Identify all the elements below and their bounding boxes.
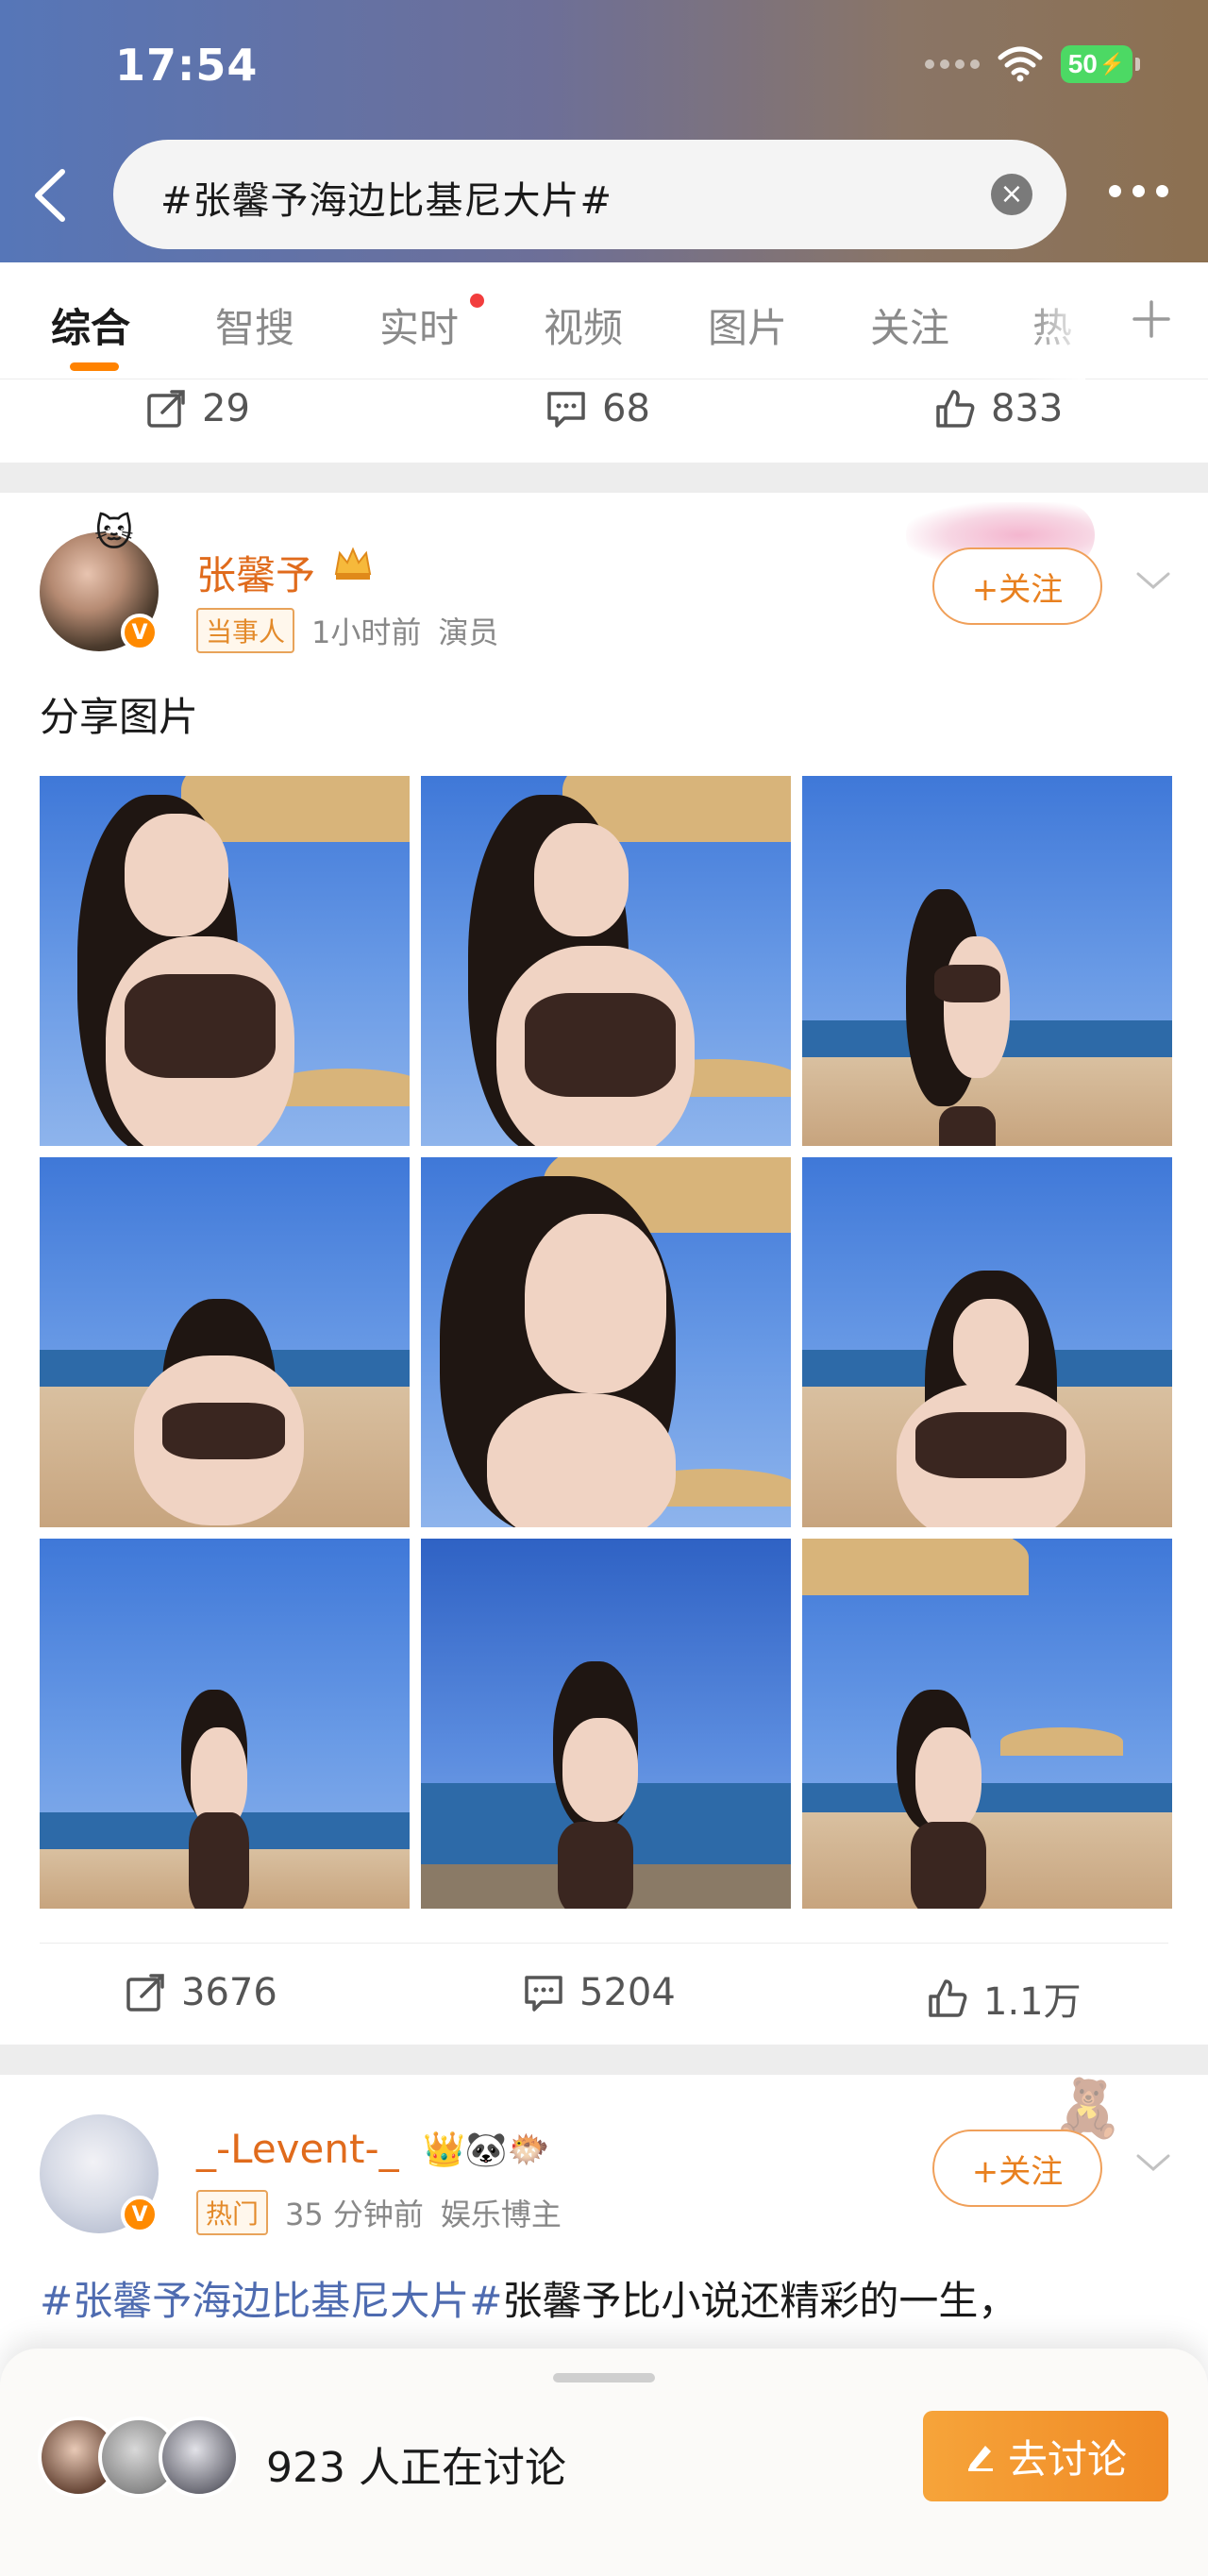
tab-video[interactable]: 视频 — [544, 296, 623, 354]
tab-images[interactable]: 图片 — [708, 296, 787, 354]
divider — [40, 1943, 1168, 1944]
repost-count: 29 — [202, 387, 250, 430]
verified-badge-icon: V — [121, 614, 159, 651]
battery-level: 50 — [1067, 49, 1098, 78]
like-button[interactable]: 1.1万 — [927, 1971, 1082, 2026]
comment-button[interactable]: 68 — [545, 387, 650, 430]
fish-icon: 🐡 — [507, 2130, 550, 2169]
tab-comprehensive[interactable]: 综合 — [51, 296, 130, 354]
hashtag-link[interactable]: #张馨予海边比基尼大片# — [40, 2278, 502, 2324]
tab-following[interactable]: 关注 — [870, 296, 949, 354]
repost-count: 3676 — [181, 1971, 277, 2014]
panda-icon: 🐼 — [464, 2130, 508, 2169]
post-text: 分享图片 — [40, 694, 199, 740]
repost-button[interactable]: 29 — [145, 387, 250, 430]
signal-icon — [925, 59, 980, 69]
discuss-button-label: 去讨论 — [1007, 2435, 1127, 2483]
clear-search-icon[interactable]: × — [991, 174, 1032, 215]
active-tab-indicator — [70, 362, 119, 371]
photo-thumbnail[interactable] — [421, 776, 791, 1146]
comment-count: 68 — [602, 387, 650, 430]
comment-button[interactable]: 5204 — [523, 1971, 676, 2014]
avatar — [159, 2416, 240, 2498]
follow-button[interactable]: +关注 — [932, 2130, 1102, 2207]
post-time: 1小时前 — [311, 615, 422, 650]
comment-icon — [547, 392, 585, 428]
like-button[interactable]: 833 — [934, 387, 1063, 430]
post-card: 🐱 V 张馨予 当事人 1小时前 演员 +关注 分享图片 3676 5204 1… — [0, 493, 1208, 2045]
post-time: 35 分钟前 — [285, 2197, 424, 2232]
add-tab-icon[interactable] — [1131, 298, 1172, 340]
photo-thumbnail[interactable] — [40, 776, 410, 1146]
author-role: 演员 — [438, 615, 499, 650]
photo-thumbnail[interactable] — [40, 1539, 410, 1909]
crown-icon: 👑 — [423, 2130, 465, 2169]
photo-thumbnail[interactable] — [802, 1157, 1172, 1527]
search-query: #张馨予海边比基尼大片# — [160, 179, 613, 223]
back-arrow-icon[interactable] — [28, 166, 72, 225]
comment-icon — [525, 1976, 562, 2012]
author-role: 娱乐博主 — [440, 2197, 562, 2232]
tab-bar: 综合 智搜 实时 视频 图片 关注 热 — [0, 262, 1208, 379]
discuss-button[interactable]: 去讨论 — [923, 2411, 1168, 2501]
previous-post-actions: 29 68 833 — [0, 379, 1208, 463]
tab-realtime[interactable]: 实时 — [379, 296, 459, 354]
status-badge: 热门 — [196, 2190, 269, 2235]
battery-icon: 50 ⚡ — [1061, 45, 1140, 83]
repost-button[interactable]: 3676 — [125, 1971, 277, 2014]
discussion-bar: 923 人正在讨论 去讨论 — [0, 2349, 1208, 2576]
repost-icon — [126, 1974, 164, 2012]
photo-thumbnail[interactable] — [802, 1539, 1172, 1909]
post-text: #张馨予海边比基尼大片#张馨予比小说还精彩的一生， — [40, 2278, 1018, 2324]
wifi-icon — [998, 46, 1043, 82]
post-meta: 当事人 1小时前 演员 — [196, 608, 498, 653]
chevron-down-icon[interactable] — [1132, 2148, 1174, 2177]
like-count: 833 — [991, 387, 1064, 430]
discussion-count: 923 人正在讨论 — [266, 2444, 566, 2492]
drag-handle[interactable] — [553, 2373, 655, 2382]
badge-icons: 👑🐼🐡 — [423, 2130, 549, 2169]
photo-thumbnail[interactable] — [421, 1539, 791, 1909]
author-name[interactable]: 张馨予 — [196, 544, 315, 601]
crown-icon — [334, 547, 372, 580]
pencil-icon — [967, 2446, 993, 2471]
photo-thumbnail[interactable] — [40, 1157, 410, 1527]
header: 17:54 50 ⚡ #张馨予海边比基尼大片# × — [0, 0, 1208, 262]
avatar-pendant-icon: 🐱 — [94, 512, 134, 555]
notification-dot — [470, 294, 484, 308]
status-badge: 当事人 — [196, 608, 295, 653]
like-count: 1.1万 — [983, 1980, 1082, 2024]
repost-icon — [147, 390, 185, 428]
follow-button[interactable]: +关注 — [932, 547, 1102, 625]
tab-smart-search[interactable]: 智搜 — [215, 296, 294, 354]
verified-badge-icon: V — [121, 2196, 159, 2233]
more-options-icon[interactable] — [1109, 185, 1168, 197]
like-icon — [936, 390, 975, 428]
status-time: 17:54 — [115, 40, 259, 91]
comment-count: 5204 — [579, 1971, 676, 2014]
search-input[interactable]: #张馨予海边比基尼大片# × — [113, 140, 1066, 249]
post-meta: 热门 35 分钟前 娱乐博主 — [196, 2190, 562, 2235]
photo-thumbnail[interactable] — [802, 776, 1172, 1146]
author-name[interactable]: _-Levent-_ — [196, 2126, 399, 2172]
chevron-down-icon[interactable] — [1132, 566, 1174, 595]
photo-grid — [40, 776, 1172, 1909]
like-icon — [929, 1979, 967, 2017]
status-icons: 50 ⚡ — [925, 45, 1140, 83]
photo-thumbnail[interactable] — [421, 1157, 791, 1527]
